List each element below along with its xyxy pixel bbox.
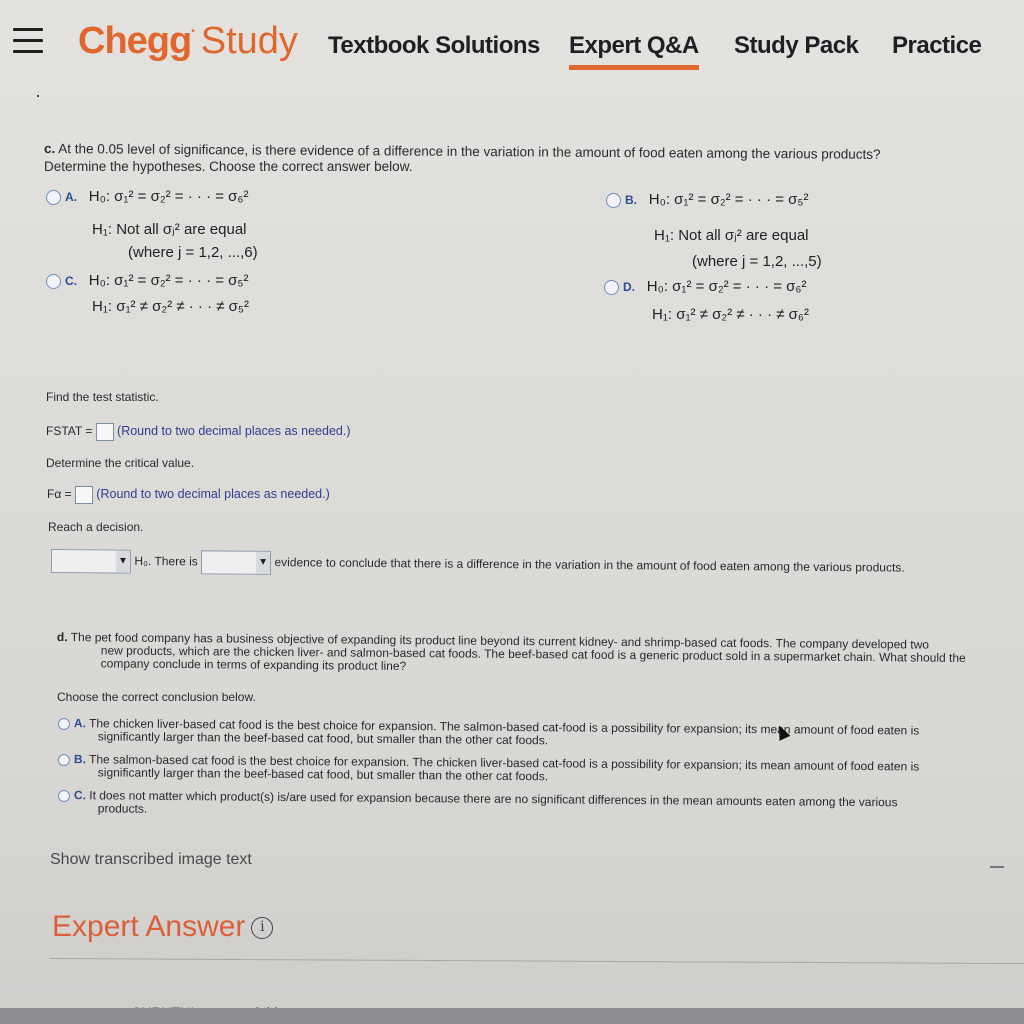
decision-row: ▼ H₀. There is ▼ evidence to conclude th… (50, 549, 905, 580)
chevron-down-icon: ▼ (115, 550, 131, 573)
info-icon[interactable]: i (251, 917, 274, 940)
option-b-note: (where j = 1,2, ...,5) (692, 253, 822, 270)
conclusion-c-line1: It does not matter which product(s) is/a… (89, 788, 898, 810)
option-b-h0: H₀: σ₁² = σ₂² = · · · = σ₅² (648, 191, 809, 208)
conclusion-c-line2: products. (97, 801, 148, 816)
find-test-statistic: Find the test statistic. (46, 390, 159, 404)
reject-decision-select[interactable]: ▼ (50, 549, 132, 574)
bottom-bezel (0, 1008, 1024, 1024)
reach-decision-prompt: Reach a decision. (48, 520, 144, 534)
evidence-select[interactable]: ▼ (201, 550, 272, 575)
conclusion-a-line2: significantly larger than the beef-based… (97, 729, 549, 748)
section-divider (49, 958, 1024, 965)
option-a-letter: A. (65, 190, 77, 204)
fstat-label: FSTAT = (46, 424, 93, 439)
show-transcribed-text-link[interactable]: Show transcribed image text (50, 851, 252, 869)
hamburger-menu-icon[interactable] (13, 28, 43, 56)
part-d-label: d. (56, 630, 68, 645)
option-d-h0: H₀: σ₁² = σ₂² = · · · = σ₆² (646, 278, 807, 295)
option-d-radio[interactable] (604, 279, 619, 295)
option-c-letter: C. (65, 274, 77, 288)
conclusion-b-letter: B. (73, 752, 86, 767)
scrollbar-indicator[interactable] (990, 866, 1004, 868)
falpha-row: Fα = (Round to two decimal places as nee… (47, 486, 330, 504)
falpha-label: Fα = (47, 487, 72, 502)
fstat-row: FSTAT = (Round to two decimal places as … (46, 423, 351, 441)
option-b-letter: B. (625, 193, 637, 207)
part-d-prompt: Choose the correct conclusion below. (57, 690, 256, 704)
option-c-radio[interactable] (46, 273, 61, 289)
falpha-input[interactable] (74, 486, 93, 504)
nav-practice[interactable]: Practice (892, 32, 982, 60)
part-c-label: c. (43, 141, 56, 157)
option-a-h1: H₁: Not all σⱼ² are equal (92, 221, 247, 238)
decision-mid-text: H₀. There is (134, 553, 198, 569)
fstat-input[interactable] (95, 423, 114, 441)
option-d-letter: D. (623, 280, 635, 294)
option-a-note: (where j = 1,2, ...,6) (128, 244, 258, 261)
option-a-h0: H₀: σ₁² = σ₂² = · · · = σ₆² (88, 188, 249, 205)
falpha-round-hint: (Round to two decimal places as needed.) (96, 487, 330, 502)
chevron-down-icon: ▼ (256, 551, 271, 574)
conclusion-b-radio[interactable] (57, 753, 70, 766)
option-c-h1: H₁: σ₁² ≠ σ₂² ≠ · · · ≠ σ₅² (92, 298, 249, 315)
nav-textbook-solutions[interactable]: Textbook Solutions (328, 32, 540, 60)
nav-expert-qa[interactable]: Expert Q&A (569, 32, 699, 70)
top-navigation: Chegg• Study Textbook Solutions Expert Q&… (0, 0, 1024, 90)
option-b-radio[interactable] (606, 192, 621, 208)
conclusion-c-radio[interactable] (57, 789, 70, 802)
nav-study-pack[interactable]: Study Pack (734, 32, 859, 60)
logo-registered-mark: • (191, 26, 195, 37)
expert-answer-heading: Expert Answer i (52, 910, 274, 944)
part-c-question-line2: Determine the hypotheses. Choose the cor… (44, 159, 413, 174)
stray-dot (37, 95, 39, 97)
part-d-line3: company conclude in terms of expanding i… (100, 656, 407, 674)
option-a-radio[interactable] (46, 189, 61, 205)
option-d-h1: H₁: σ₁² ≠ σ₂² ≠ · · · ≠ σ₆² (652, 306, 809, 323)
conclusion-a-letter: A. (73, 716, 86, 731)
conclusion-c-letter: C. (73, 788, 86, 803)
option-c-h0: H₀: σ₁² = σ₂² = · · · = σ₅² (88, 272, 249, 289)
conclusion-b-line2: significantly larger than the beef-based… (97, 765, 549, 784)
option-b-h1: H₁: Not all σⱼ² are equal (654, 227, 809, 244)
logo-study: Study (200, 20, 298, 62)
expert-answer-title: Expert Answer (52, 910, 246, 943)
decision-end-text: evidence to conclude that there is a dif… (274, 555, 905, 575)
fstat-round-hint: (Round to two decimal places as needed.) (117, 424, 351, 439)
chegg-study-logo[interactable]: Chegg• Study (78, 20, 298, 63)
logo-chegg: Chegg (78, 20, 192, 62)
conclusion-a-radio[interactable] (57, 717, 70, 730)
critical-value-prompt: Determine the critical value. (46, 456, 195, 470)
